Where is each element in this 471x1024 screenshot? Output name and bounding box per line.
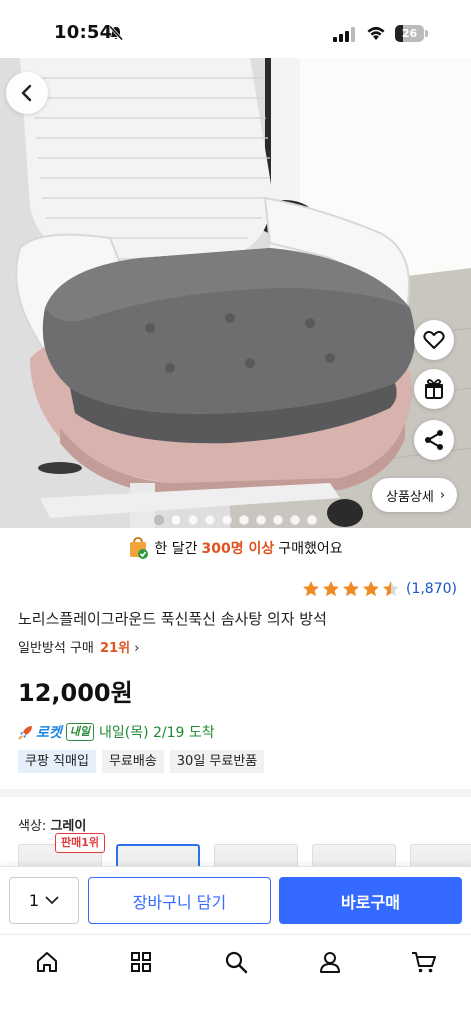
star-icon	[302, 581, 319, 597]
delivery-badge: 내일	[65, 723, 95, 741]
carousel-dot	[205, 515, 215, 525]
delivery-date: 내일(목) 2/19 도착	[99, 725, 215, 741]
category-rank-label: 일반방석 구매	[18, 641, 94, 656]
carousel-dot	[239, 515, 249, 525]
carousel-dot	[188, 515, 198, 525]
search-icon	[225, 951, 248, 974]
cart-icon	[412, 952, 436, 973]
star-icon	[322, 581, 339, 597]
battery-icon: 26	[395, 25, 428, 42]
tab-my-page[interactable]	[310, 947, 350, 977]
tab-home[interactable]	[27, 947, 67, 977]
category-icon	[131, 952, 151, 972]
chevron-right-icon: ›	[439, 487, 446, 503]
product-detail-button[interactable]: 상품상세 ›	[372, 478, 458, 512]
color-thumb[interactable]	[312, 844, 396, 868]
purchase-notice-prefix: 한 달간	[154, 541, 198, 557]
product-detail-label: 상품상세	[386, 489, 434, 505]
carousel-indicator	[0, 515, 471, 525]
category-rank-value: 21위	[100, 641, 131, 656]
price: 12,000원	[18, 679, 133, 707]
share-icon	[425, 430, 443, 450]
rocket-icon	[18, 726, 32, 740]
chevron-right-icon: ›	[134, 641, 140, 656]
wifi-icon	[367, 26, 385, 40]
review-count[interactable]: (1,870)	[406, 581, 457, 597]
my-page-icon	[320, 952, 340, 973]
category-rank[interactable]: 일반방석 구매 21위 ›	[18, 637, 139, 656]
status-bar: 10:54 26	[0, 0, 471, 58]
star-icon	[342, 581, 359, 597]
chevron-down-icon	[45, 896, 59, 905]
color-label-prefix: 색상:	[18, 819, 47, 834]
purchase-notice: 한 달간 300명 이상 구매했어요	[0, 535, 471, 561]
tag-direct-purchase: 쿠팡 직매입	[18, 750, 96, 773]
tab-search[interactable]	[216, 947, 256, 977]
battery-level: 26	[401, 27, 418, 40]
tag-free-return: 30일 무료반품	[169, 750, 265, 773]
shopping-bag-icon	[128, 537, 149, 559]
star-icon	[382, 581, 399, 597]
color-thumb[interactable]	[214, 844, 298, 868]
benefit-tags: 쿠팡 직매입 무료배송 30일 무료반품	[18, 750, 265, 773]
color-option-label: 색상: 그레이	[18, 815, 86, 834]
quantity-value: 1	[28, 891, 40, 910]
bottom-tab-bar	[0, 934, 471, 1024]
buy-now-button[interactable]: 바로구매	[279, 877, 462, 924]
gift-icon	[425, 379, 443, 399]
color-thumb-selected[interactable]	[116, 844, 200, 868]
quantity-select[interactable]: 1	[9, 877, 79, 924]
home-icon	[37, 952, 57, 972]
purchase-count: 300명 이상	[201, 541, 275, 557]
star-icon	[362, 581, 379, 597]
purchase-notice-suffix: 구매했어요	[278, 541, 343, 557]
tab-category[interactable]	[121, 947, 161, 977]
section-divider	[0, 789, 471, 797]
heart-icon	[423, 330, 445, 349]
tab-cart[interactable]	[404, 947, 444, 977]
star-rating	[302, 580, 400, 598]
carousel-dot	[171, 515, 181, 525]
product-title: 노리스플레이그라운드 푹신푹신 솜사탕 의자 방석	[18, 610, 327, 628]
rating[interactable]: (1,870)	[302, 580, 457, 598]
carousel-dot	[307, 515, 317, 525]
status-time: 10:54	[54, 22, 113, 43]
rocket-logo: 로켓	[36, 725, 62, 741]
product-image-carousel[interactable]: 상품상세 ›	[0, 58, 471, 528]
carousel-dot	[256, 515, 266, 525]
chevron-left-icon	[21, 84, 32, 102]
carousel-dot	[290, 515, 300, 525]
signal-icon	[333, 27, 355, 42]
best-seller-badge: 판매1위	[55, 833, 106, 853]
carousel-dot	[222, 515, 232, 525]
back-button[interactable]	[6, 72, 48, 114]
product-photo	[0, 58, 471, 528]
share-button[interactable]	[414, 420, 454, 460]
carousel-dot	[273, 515, 283, 525]
color-thumb[interactable]	[410, 844, 471, 868]
gift-button[interactable]	[414, 369, 454, 409]
wishlist-button[interactable]	[414, 320, 454, 360]
carousel-dot	[154, 515, 164, 525]
add-to-cart-button[interactable]: 장바구니 담기	[88, 877, 271, 924]
tag-free-shipping: 무료배송	[101, 750, 164, 773]
rocket-delivery: 로켓 내일 내일(목) 2/19 도착	[18, 722, 215, 742]
bell-muted-icon	[108, 25, 124, 41]
selected-color: 그레이	[50, 819, 87, 834]
purchase-action-bar: 1 장바구니 담기 바로구매	[0, 866, 471, 933]
